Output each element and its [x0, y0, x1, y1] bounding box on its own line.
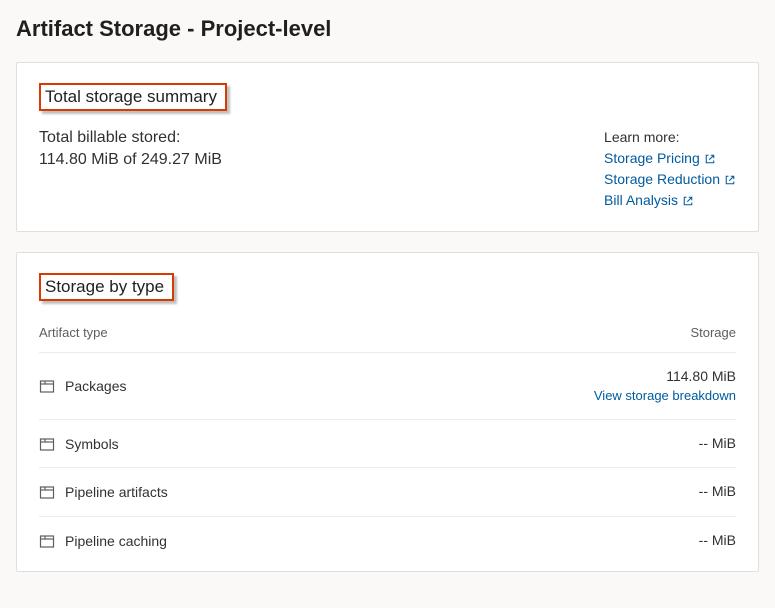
row-name: Packages — [65, 378, 126, 394]
view-breakdown-link[interactable]: View storage breakdown — [594, 387, 736, 405]
package-icon — [39, 533, 55, 549]
row-name: Symbols — [65, 436, 119, 452]
by-type-title-highlight: Storage by type — [39, 273, 174, 301]
package-icon — [39, 436, 55, 452]
table-row: Packages 114.80 MiB View storage breakdo… — [39, 352, 736, 419]
row-name: Pipeline caching — [65, 533, 167, 549]
external-link-icon — [704, 153, 716, 165]
row-name: Pipeline artifacts — [65, 484, 168, 500]
by-type-title: Storage by type — [45, 277, 164, 297]
storage-reduction-label: Storage Reduction — [604, 169, 720, 190]
row-storage: -- MiB — [699, 482, 736, 502]
summary-card: Total storage summary Total billable sto… — [16, 62, 759, 232]
billable-stored-block: Total billable stored: 114.80 MiB of 249… — [39, 127, 222, 172]
billable-value: 114.80 MiB of 249.27 MiB — [39, 149, 222, 171]
table-row: Pipeline artifacts -- MiB — [39, 467, 736, 516]
bill-analysis-link[interactable]: Bill Analysis — [604, 190, 694, 211]
learn-more-label: Learn more: — [604, 127, 736, 148]
row-storage: 114.80 MiB — [594, 367, 736, 387]
storage-reduction-link[interactable]: Storage Reduction — [604, 169, 736, 190]
summary-title-highlight: Total storage summary — [39, 83, 227, 111]
learn-more-block: Learn more: Storage Pricing Storage Redu… — [604, 127, 736, 211]
summary-title: Total storage summary — [45, 87, 217, 107]
header-storage: Storage — [690, 325, 736, 340]
storage-by-type-card: Storage by type Artifact type Storage Pa… — [16, 252, 759, 572]
storage-pricing-link[interactable]: Storage Pricing — [604, 148, 716, 169]
external-link-icon — [724, 174, 736, 186]
by-type-table-header: Artifact type Storage — [39, 317, 736, 352]
table-row: Pipeline caching -- MiB — [39, 516, 736, 565]
package-icon — [39, 378, 55, 394]
billable-label: Total billable stored: — [39, 127, 222, 149]
external-link-icon — [682, 195, 694, 207]
page-title: Artifact Storage - Project-level — [16, 16, 759, 42]
table-row: Symbols -- MiB — [39, 419, 736, 468]
bill-analysis-label: Bill Analysis — [604, 190, 678, 211]
storage-pricing-label: Storage Pricing — [604, 148, 700, 169]
row-storage: -- MiB — [699, 434, 736, 454]
package-icon — [39, 484, 55, 500]
row-storage: -- MiB — [699, 531, 736, 551]
header-artifact-type: Artifact type — [39, 325, 108, 340]
